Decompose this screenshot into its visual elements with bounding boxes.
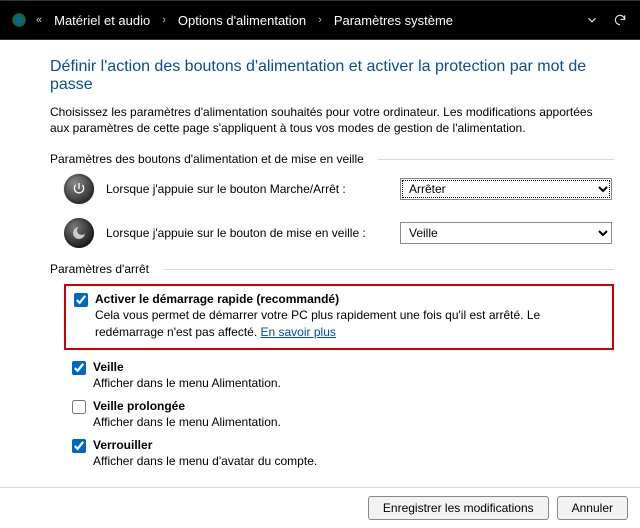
- fast-startup-label: Activer le démarrage rapide (recommandé): [95, 292, 339, 306]
- fast-startup-desc: Cela vous permet de démarrer votre PC pl…: [95, 307, 604, 339]
- page-title: Définir l'action des boutons d'alimentat…: [50, 58, 614, 94]
- power-icon: [64, 174, 94, 204]
- hibernate-checkbox[interactable]: [72, 400, 86, 414]
- breadcrumb-system-settings[interactable]: Paramètres système: [334, 13, 453, 28]
- lock-checkbox[interactable]: [72, 439, 86, 453]
- shutdown-settings-legend-text: Paramètres d'arrêt: [50, 262, 155, 276]
- control-panel-icon: [10, 11, 28, 29]
- chevron-down-icon[interactable]: [582, 10, 602, 30]
- sleep-checkbox[interactable]: [72, 361, 86, 375]
- lock-label: Verrouiller: [93, 438, 152, 452]
- power-buttons-legend-text: Paramètres des boutons d'alimentation et…: [50, 152, 370, 166]
- breadcrumb-hardware[interactable]: Matériel et audio: [54, 13, 150, 28]
- hibernate-desc: Afficher dans le menu Alimentation.: [93, 414, 614, 430]
- shutdown-settings-legend: Paramètres d'arrêt: [50, 262, 614, 276]
- sleep-button-label: Lorsque j'appuie sur le bouton de mise e…: [106, 226, 388, 240]
- power-button-label: Lorsque j'appuie sur le bouton Marche/Ar…: [106, 182, 388, 196]
- lock-desc: Afficher dans le menu d'avatar du compte…: [93, 453, 614, 469]
- sleep-icon: [64, 218, 94, 248]
- titlebar: « Matériel et audio › Options d'alimenta…: [0, 0, 640, 40]
- back-history-icon[interactable]: «: [36, 14, 42, 26]
- breadcrumb-separator-icon: ›: [162, 14, 166, 26]
- fast-startup-checkbox[interactable]: [74, 293, 88, 307]
- power-button-select[interactable]: Arrêter: [400, 178, 612, 200]
- sleep-desc: Afficher dans le menu Alimentation.: [93, 375, 614, 391]
- page-description: Choisissez les paramètres d'alimentation…: [50, 104, 614, 136]
- footer: Enregistrer les modifications Annuler: [0, 487, 640, 528]
- fast-startup-highlight: Activer le démarrage rapide (recommandé)…: [64, 284, 614, 349]
- content-area: Définir l'action des boutons d'alimentat…: [0, 40, 640, 473]
- sleep-label: Veille: [93, 360, 124, 374]
- save-button[interactable]: Enregistrer les modifications: [368, 496, 549, 520]
- hibernate-label: Veille prolongée: [93, 399, 185, 413]
- power-buttons-legend: Paramètres des boutons d'alimentation et…: [50, 152, 614, 166]
- breadcrumb-power-options[interactable]: Options d'alimentation: [178, 13, 306, 28]
- sleep-button-select[interactable]: Veille: [400, 222, 612, 244]
- refresh-icon[interactable]: [610, 10, 630, 30]
- breadcrumb-separator-icon: ›: [318, 14, 322, 26]
- cancel-button[interactable]: Annuler: [557, 496, 628, 520]
- learn-more-link[interactable]: En savoir plus: [261, 325, 336, 339]
